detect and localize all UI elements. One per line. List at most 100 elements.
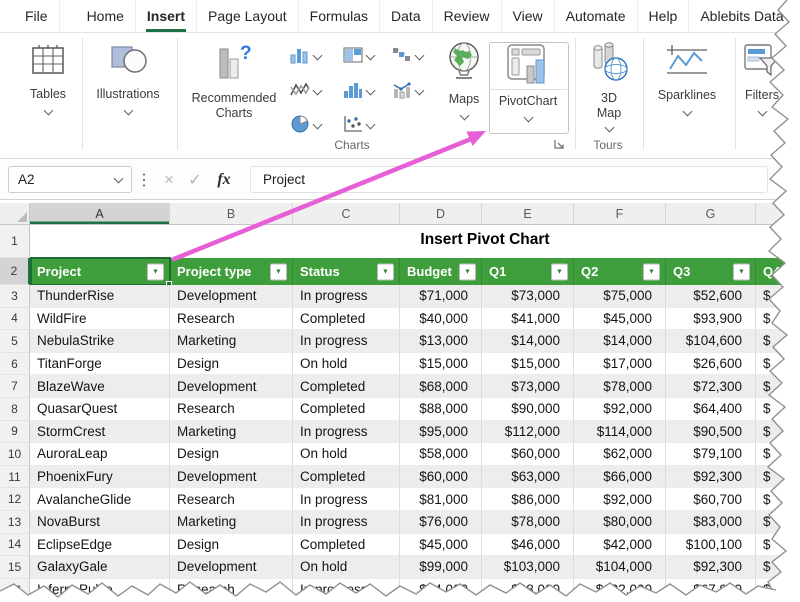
cell-q2[interactable]: $45,000 bbox=[574, 308, 666, 331]
cell-q2[interactable]: $114,000 bbox=[574, 421, 666, 444]
cell-q4[interactable]: $ bbox=[756, 556, 800, 579]
cell-q4[interactable]: $ bbox=[756, 579, 800, 602]
cell-q3[interactable]: $52,600 bbox=[666, 285, 756, 308]
cell-q2[interactable]: $102,000 bbox=[574, 579, 666, 602]
header-cell-project[interactable]: Project▼ bbox=[30, 258, 170, 285]
sparklines-button[interactable]: Sparklines bbox=[652, 43, 722, 115]
tab-help[interactable]: Help bbox=[638, 0, 690, 32]
cell-q4[interactable]: $ bbox=[756, 308, 800, 331]
cell-q3[interactable]: $72,300 bbox=[666, 375, 756, 398]
cell-project[interactable]: NovaBurst bbox=[30, 511, 170, 534]
cell-q4[interactable]: $ bbox=[756, 466, 800, 489]
cell-q3[interactable]: $104,600 bbox=[666, 330, 756, 353]
cell-q4[interactable]: $ bbox=[756, 375, 800, 398]
row-number[interactable]: 3 bbox=[0, 285, 30, 308]
row-number[interactable]: 2 bbox=[0, 258, 30, 285]
cell-status[interactable]: In progress bbox=[293, 511, 400, 534]
cell-status[interactable]: Completed bbox=[293, 466, 400, 489]
pivotchart-button[interactable]: PivotChart bbox=[491, 43, 565, 121]
tables-button[interactable]: Tables bbox=[18, 42, 78, 114]
cell-q3[interactable]: $90,500 bbox=[666, 421, 756, 444]
filter-dropdown-button[interactable]: ▼ bbox=[733, 263, 750, 280]
cell-q1[interactable]: $112,000 bbox=[482, 421, 574, 444]
cell-q4[interactable]: $ bbox=[756, 285, 800, 308]
scatter-chart-button[interactable] bbox=[343, 115, 374, 133]
cell-project[interactable]: WildFire bbox=[30, 308, 170, 331]
histogram-chart-button[interactable] bbox=[343, 81, 374, 99]
row-number[interactable]: 12 bbox=[0, 488, 30, 511]
cell-q1[interactable]: $63,000 bbox=[482, 466, 574, 489]
cell-q4[interactable]: $ bbox=[756, 421, 800, 444]
filter-dropdown-button[interactable]: ▼ bbox=[551, 263, 568, 280]
cell-q3[interactable]: $67,900 bbox=[666, 579, 756, 602]
pie-chart-button[interactable] bbox=[290, 115, 321, 133]
cell-q2[interactable]: $80,000 bbox=[574, 511, 666, 534]
header-cell-status[interactable]: Status▼ bbox=[293, 258, 400, 285]
row-number[interactable]: 10 bbox=[0, 443, 30, 466]
tab-data[interactable]: Data bbox=[380, 0, 433, 32]
cell-project[interactable]: InfernoPulse bbox=[30, 579, 170, 602]
column-header-g[interactable]: G bbox=[666, 203, 756, 224]
cell-q1[interactable]: $73,000 bbox=[482, 375, 574, 398]
cell-budget[interactable]: $54,000 bbox=[400, 579, 482, 602]
3d-map-button[interactable]: 3D Map bbox=[583, 42, 635, 131]
filters-button[interactable]: Filters bbox=[736, 43, 788, 115]
cell-project-type[interactable]: Design bbox=[170, 534, 293, 557]
column-header-c[interactable]: C bbox=[293, 203, 400, 224]
cell-q2[interactable]: $62,000 bbox=[574, 443, 666, 466]
illustrations-button[interactable]: Illustrations bbox=[90, 42, 166, 114]
cell-q3[interactable]: $92,300 bbox=[666, 466, 756, 489]
tab-formulas[interactable]: Formulas bbox=[299, 0, 380, 32]
cell-q4[interactable]: $ bbox=[756, 534, 800, 557]
filter-dropdown-button[interactable]: ▼ bbox=[147, 263, 164, 280]
cell-budget[interactable]: $45,000 bbox=[400, 534, 482, 557]
cell-q1[interactable]: $41,000 bbox=[482, 308, 574, 331]
cell-q1[interactable]: $98,000 bbox=[482, 579, 574, 602]
column-chart-button[interactable] bbox=[290, 46, 321, 64]
cell-q4[interactable]: $ bbox=[756, 443, 800, 466]
cell-project-type[interactable]: Research bbox=[170, 579, 293, 602]
header-cell-budget[interactable]: Budget▼ bbox=[400, 258, 482, 285]
cell-project-type[interactable]: Marketing bbox=[170, 421, 293, 444]
cell-project[interactable]: TitanForge bbox=[30, 353, 170, 376]
cell-project[interactable]: AvalancheGlide bbox=[30, 488, 170, 511]
cell-q1[interactable]: $78,000 bbox=[482, 511, 574, 534]
cell-budget[interactable]: $40,000 bbox=[400, 308, 482, 331]
cell-status[interactable]: Completed bbox=[293, 375, 400, 398]
tab-view[interactable]: View bbox=[502, 0, 555, 32]
cell-q3[interactable]: $92,300 bbox=[666, 556, 756, 579]
cell-budget[interactable]: $13,000 bbox=[400, 330, 482, 353]
cell-status[interactable]: On hold bbox=[293, 443, 400, 466]
header-cell-q1[interactable]: Q1▼ bbox=[482, 258, 574, 285]
header-cell-q2[interactable]: Q2▼ bbox=[574, 258, 666, 285]
cell-project-type[interactable]: Development bbox=[170, 375, 293, 398]
cell-q1[interactable]: $90,000 bbox=[482, 398, 574, 421]
row-number[interactable]: 4 bbox=[0, 308, 30, 331]
cell-q3[interactable]: $60,700 bbox=[666, 488, 756, 511]
maps-button[interactable]: Maps bbox=[438, 41, 490, 119]
cell-budget[interactable]: $15,000 bbox=[400, 353, 482, 376]
header-cell-q3[interactable]: Q3▼ bbox=[666, 258, 756, 285]
tab-ablebits-tools[interactable]: Ablebits To bbox=[796, 0, 800, 32]
enter-check-icon[interactable]: ✓ bbox=[182, 166, 208, 193]
cell-q4[interactable]: $ bbox=[756, 353, 800, 376]
tab-page-layout[interactable]: Page Layout bbox=[197, 0, 299, 32]
row-number[interactable]: 7 bbox=[0, 375, 30, 398]
row-number[interactable]: 5 bbox=[0, 330, 30, 353]
recommended-charts-button[interactable]: ? Recommended Charts bbox=[186, 42, 282, 122]
formula-input[interactable]: Project bbox=[250, 166, 768, 193]
cell-q1[interactable]: $14,000 bbox=[482, 330, 574, 353]
cell-project[interactable]: AuroraLeap bbox=[30, 443, 170, 466]
cell-q2[interactable]: $66,000 bbox=[574, 466, 666, 489]
row-number[interactable]: 14 bbox=[0, 534, 30, 557]
cell-budget[interactable]: $68,000 bbox=[400, 375, 482, 398]
cell-q2[interactable]: $14,000 bbox=[574, 330, 666, 353]
cell-q4[interactable]: $ bbox=[756, 398, 800, 421]
more-options-icon[interactable]: ⋮ bbox=[138, 166, 150, 193]
cell-q2[interactable]: $92,000 bbox=[574, 398, 666, 421]
cell-q3[interactable]: $93,900 bbox=[666, 308, 756, 331]
cell-project-type[interactable]: Marketing bbox=[170, 330, 293, 353]
tab-review[interactable]: Review bbox=[433, 0, 502, 32]
cell-q2[interactable]: $78,000 bbox=[574, 375, 666, 398]
cell-project[interactable]: EclipseEdge bbox=[30, 534, 170, 557]
